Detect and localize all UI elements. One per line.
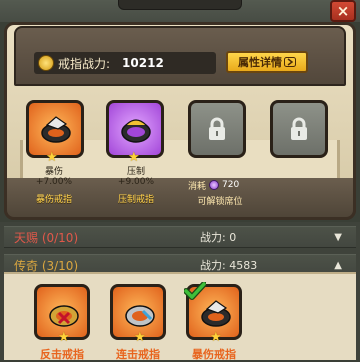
attribute-details-label: 属性详情 — [238, 56, 282, 69]
gem-icon — [209, 180, 220, 190]
unlock-cost: 消耗 720 — [188, 178, 248, 192]
category-power: 战力: 0 — [200, 229, 236, 245]
counter-ring-icon — [49, 305, 79, 327]
lock-icon — [209, 117, 225, 140]
crit-ring-icon — [201, 300, 231, 327]
close-button[interactable]: × — [330, 0, 356, 22]
equipped-check-icon — [184, 282, 206, 300]
lock-icon — [291, 117, 307, 140]
slot-stat: 压制 +9.00% — [106, 164, 166, 187]
slot-star-icon: ★ — [46, 150, 58, 165]
unlock-cost-value: 720 — [222, 180, 240, 190]
ring-slot-locked[interactable] — [270, 100, 328, 158]
category-name: 传奇 (3/10) — [14, 258, 79, 273]
category-power-label: 战力: — [200, 259, 226, 272]
slot-star-icon: ★ — [128, 150, 140, 165]
ring-power-box: 戒指战力: 10212 — [34, 52, 216, 74]
ring-slot-locked[interactable] — [188, 100, 246, 158]
ring-power-value: 10212 — [122, 56, 164, 70]
unlock-cost-label: 消耗 — [188, 181, 207, 192]
chevron-up-icon: ▲ — [334, 259, 342, 271]
slot-stat-value: +9.00% — [117, 177, 155, 187]
slot-stat-name: 压制 — [126, 167, 145, 177]
slot-stat-value: +7.00% — [35, 177, 73, 187]
top-tab — [118, 0, 242, 10]
chevron-down-icon: ▼ — [334, 231, 342, 243]
crit-ring-icon — [41, 116, 71, 143]
item-star-icon: ★ — [134, 330, 146, 345]
item-star-icon: ★ — [210, 330, 222, 345]
category-power: 战力: 4583 — [200, 257, 257, 273]
close-icon: × — [336, 2, 350, 20]
attribute-details-button[interactable]: 属性详情 — [226, 51, 308, 73]
slot-stat-name: 暴伤 — [44, 167, 63, 177]
power-coin-icon — [38, 55, 54, 71]
unlock-seat-text: 可解锁席位 — [197, 197, 243, 207]
category-name: 天赐 (0/10) — [14, 230, 79, 245]
category-power-value: 4583 — [229, 259, 258, 272]
ring-power-label: 戒指战力: — [58, 56, 111, 71]
slot-ring-name: 压制戒指 — [117, 195, 154, 205]
suppress-ring-icon — [121, 119, 151, 143]
combo-ring-icon — [125, 305, 155, 327]
category-power-value: 0 — [229, 231, 237, 244]
item-star-icon: ★ — [58, 330, 70, 345]
slot-stat: 暴伤 +7.00% — [24, 164, 84, 187]
slot-ring-name: 暴伤戒指 — [35, 195, 72, 205]
category-row-tianci[interactable]: 天赐 (0/10) 战力: 0 ▼ — [4, 226, 356, 248]
category-power-label: 战力: — [200, 231, 226, 244]
arrow-right-icon — [284, 57, 296, 67]
